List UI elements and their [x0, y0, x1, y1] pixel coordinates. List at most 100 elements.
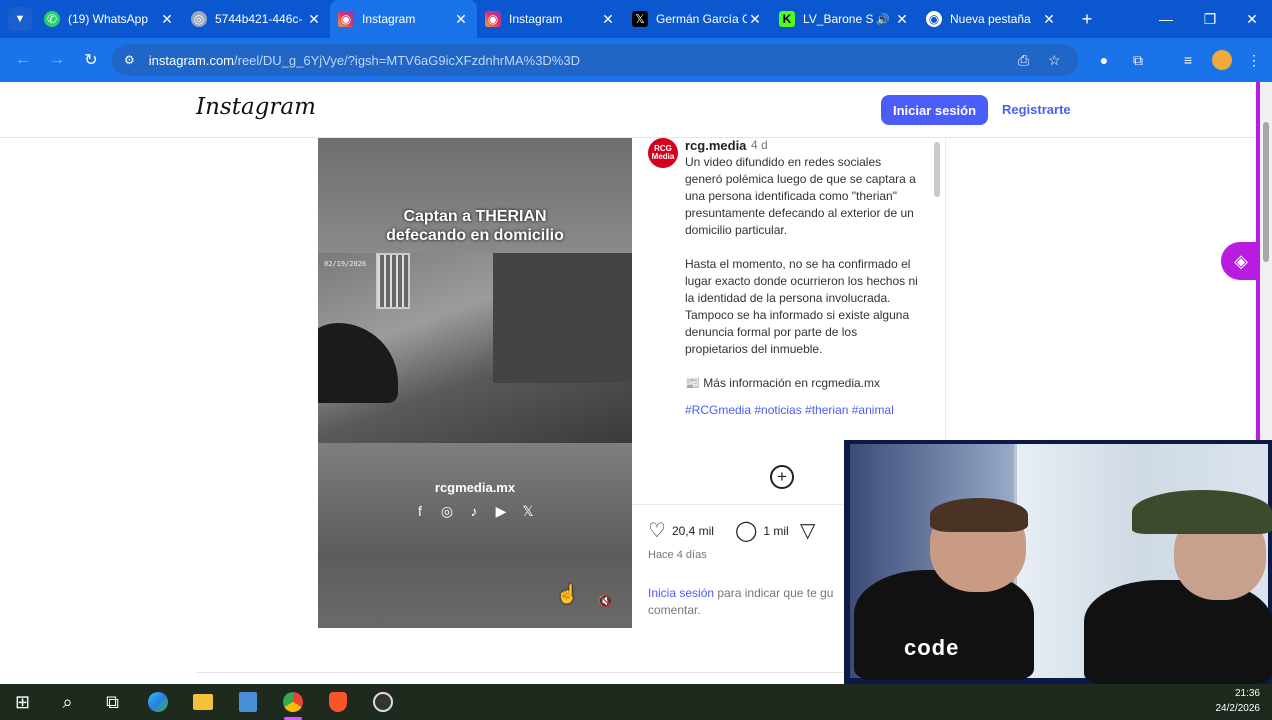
- like-count: 20,4 mil: [671, 523, 714, 538]
- tab-new-tab[interactable]: ◉ Nueva pestaña ✕: [918, 0, 1065, 38]
- new-tab-plus-icon[interactable]: +: [1075, 9, 1099, 30]
- clock-time: 21:36: [1234, 688, 1260, 699]
- heart-icon: ♡: [648, 520, 666, 542]
- edge-icon[interactable]: [135, 684, 180, 720]
- close-window-icon[interactable]: ✕: [1232, 0, 1272, 38]
- reel-video-player[interactable]: Captan a THERIAN defecando en domicilio …: [318, 138, 632, 628]
- notepad-icon[interactable]: [225, 684, 270, 720]
- tab-kick-stream[interactable]: K LV_Barone S 🔊 ✕: [771, 0, 918, 38]
- close-tab-icon[interactable]: ✕: [747, 11, 763, 28]
- browser-toolbar: ← → ↻ ⚙ instagram.com/reel/DU_g_6YjVye/?…: [0, 38, 1272, 82]
- chrome-icon: ◉: [926, 11, 942, 27]
- media-controls-icon[interactable]: ≡: [1174, 46, 1202, 74]
- install-app-icon[interactable]: ⎙: [1018, 44, 1029, 76]
- speaker-icon[interactable]: 🔊: [876, 13, 890, 26]
- hand-cursor-icon: ☝: [556, 584, 579, 604]
- bookmark-star-icon[interactable]: ☆: [1048, 44, 1061, 76]
- caption-text: Un video difundido en redes sociales gen…: [685, 154, 921, 436]
- restore-icon[interactable]: ❐: [1190, 0, 1230, 38]
- add-comment-plus-icon[interactable]: +: [770, 465, 794, 489]
- caption-more-info: 📰 Más información en rcgmedia.mx: [685, 376, 881, 390]
- post-age: 4 d: [751, 138, 768, 152]
- hashtags[interactable]: #RCGmedia #noticias #therian #animal: [685, 402, 921, 419]
- minimize-icon[interactable]: —: [1146, 0, 1186, 38]
- share-button[interactable]: ▽: [800, 518, 821, 543]
- avatar[interactable]: RCG Media: [648, 138, 678, 168]
- webcam-overlay: code: [844, 440, 1272, 684]
- instagram-icon: ◉: [485, 11, 501, 27]
- video-social-icons: f ◎ ♪ ▶ 𝕏: [412, 503, 536, 520]
- close-tab-icon[interactable]: ✕: [453, 11, 469, 28]
- browser-tab-strip: ▼ ✆ (19) WhatsApp ✕ ◎ 5744b421-446c- ✕ ◉…: [0, 0, 1272, 38]
- brave-icon[interactable]: [315, 684, 360, 720]
- url-path: /reel/DU_g_6YjVye/?igsh=MTV6aG9icXFzdnhr…: [234, 52, 580, 68]
- instagram-logo[interactable]: Instagram: [196, 94, 316, 120]
- video-parked-car: [318, 323, 398, 403]
- file-explorer-icon[interactable]: [180, 684, 225, 720]
- tab-search-chevron-icon[interactable]: ▼: [8, 7, 32, 31]
- video-timestamp: 02/19/2026: [324, 260, 367, 268]
- streamer-right-cap: [1132, 490, 1272, 534]
- comment-count: 1 mil: [763, 523, 789, 538]
- close-tab-icon[interactable]: ✕: [600, 11, 616, 28]
- tab-label: Nueva pestaña: [950, 12, 1031, 26]
- obs-recorder-icon[interactable]: [360, 684, 405, 720]
- chrome-taskbar-icon[interactable]: [270, 684, 315, 720]
- back-arrow-icon[interactable]: ←: [6, 51, 40, 69]
- instagram-icon: ◎: [440, 503, 454, 519]
- tab-whatsapp[interactable]: ✆ (19) WhatsApp ✕: [36, 0, 183, 38]
- tiktok-icon: ♪: [470, 503, 478, 519]
- video-caption-line1: Captan a THERIAN: [403, 208, 547, 225]
- login-prompt-link[interactable]: Inicia sesión: [648, 586, 714, 600]
- mute-icon[interactable]: 🔇: [598, 594, 613, 608]
- profile-avatar-icon[interactable]: [1208, 46, 1236, 74]
- whatsapp-icon: ✆: [44, 11, 60, 27]
- tab-label: Germán García C: [656, 12, 747, 26]
- x-logo-icon: 𝕏: [632, 11, 648, 27]
- tab-label: Instagram: [362, 12, 416, 26]
- login-button[interactable]: Iniciar sesión: [881, 95, 988, 125]
- facebook-icon: f: [418, 503, 422, 519]
- url-host: instagram.com: [148, 52, 235, 68]
- clock-date: 24/2/2026: [1215, 703, 1261, 714]
- floating-extension-icon[interactable]: ◈: [1221, 242, 1261, 280]
- extensions-puzzle-icon[interactable]: ⧉: [1124, 46, 1152, 74]
- video-doorway: [493, 253, 632, 383]
- tab-uuid-page[interactable]: ◎ 5744b421-446c- ✕: [183, 0, 330, 38]
- send-icon: ▽: [800, 520, 816, 542]
- kick-icon: K: [779, 11, 795, 27]
- close-tab-icon[interactable]: ✕: [1041, 11, 1057, 28]
- youtube-icon: ▶: [495, 503, 507, 519]
- caption-scroll-area[interactable]: RCG Media rcg.media 4 d Un video difundi…: [632, 138, 946, 441]
- tab-label: (19) WhatsApp: [68, 12, 149, 26]
- site-info-icon[interactable]: ⚙: [124, 53, 135, 67]
- streamer-left-hair: [930, 498, 1028, 532]
- task-view-icon[interactable]: ⧉: [90, 684, 135, 720]
- comment-button[interactable]: ◯ 1 mil: [735, 518, 789, 543]
- search-icon[interactable]: ⌕: [45, 684, 90, 720]
- forward-arrow-icon[interactable]: →: [40, 51, 74, 69]
- windows-taskbar: ⊞ ⌕ ⧉ 21:36 24/2/2026: [0, 684, 1272, 720]
- address-bar[interactable]: ⚙ instagram.com/reel/DU_g_6YjVye/?igsh=M…: [112, 44, 1078, 76]
- tab-instagram-active[interactable]: ◉ Instagram ✕: [330, 0, 477, 38]
- browser-menu-icon[interactable]: ⋮: [1240, 46, 1268, 74]
- extension-ghost-icon[interactable]: ●: [1090, 46, 1118, 74]
- reload-icon[interactable]: ↻: [74, 50, 108, 70]
- video-caption-line2: defecando en domicilio: [386, 227, 564, 244]
- scrollbar-thumb[interactable]: [1263, 122, 1269, 262]
- system-clock[interactable]: 21:36 24/2/2026: [1216, 686, 1261, 716]
- close-tab-icon[interactable]: ✕: [894, 11, 910, 28]
- video-caption-overlay: Captan a THERIAN defecando en domicilio: [318, 207, 632, 245]
- tab-x-profile[interactable]: 𝕏 Germán García C ✕: [624, 0, 771, 38]
- video-watermark-site: rcgmedia.mx: [434, 480, 516, 495]
- username-link[interactable]: rcg.media: [685, 138, 746, 153]
- close-tab-icon[interactable]: ✕: [159, 11, 175, 28]
- jersey-sponsor-text: code: [904, 635, 960, 660]
- close-tab-icon[interactable]: ✕: [306, 11, 322, 28]
- windows-start-icon[interactable]: ⊞: [0, 684, 45, 720]
- login-prompt-text: para indicar que te gu: [714, 586, 834, 600]
- signup-link[interactable]: Registrarte: [1002, 102, 1071, 117]
- tab-instagram[interactable]: ◉ Instagram ✕: [477, 0, 624, 38]
- caption-scrollbar[interactable]: [934, 142, 940, 197]
- like-button[interactable]: ♡ 20,4 mil: [648, 518, 714, 543]
